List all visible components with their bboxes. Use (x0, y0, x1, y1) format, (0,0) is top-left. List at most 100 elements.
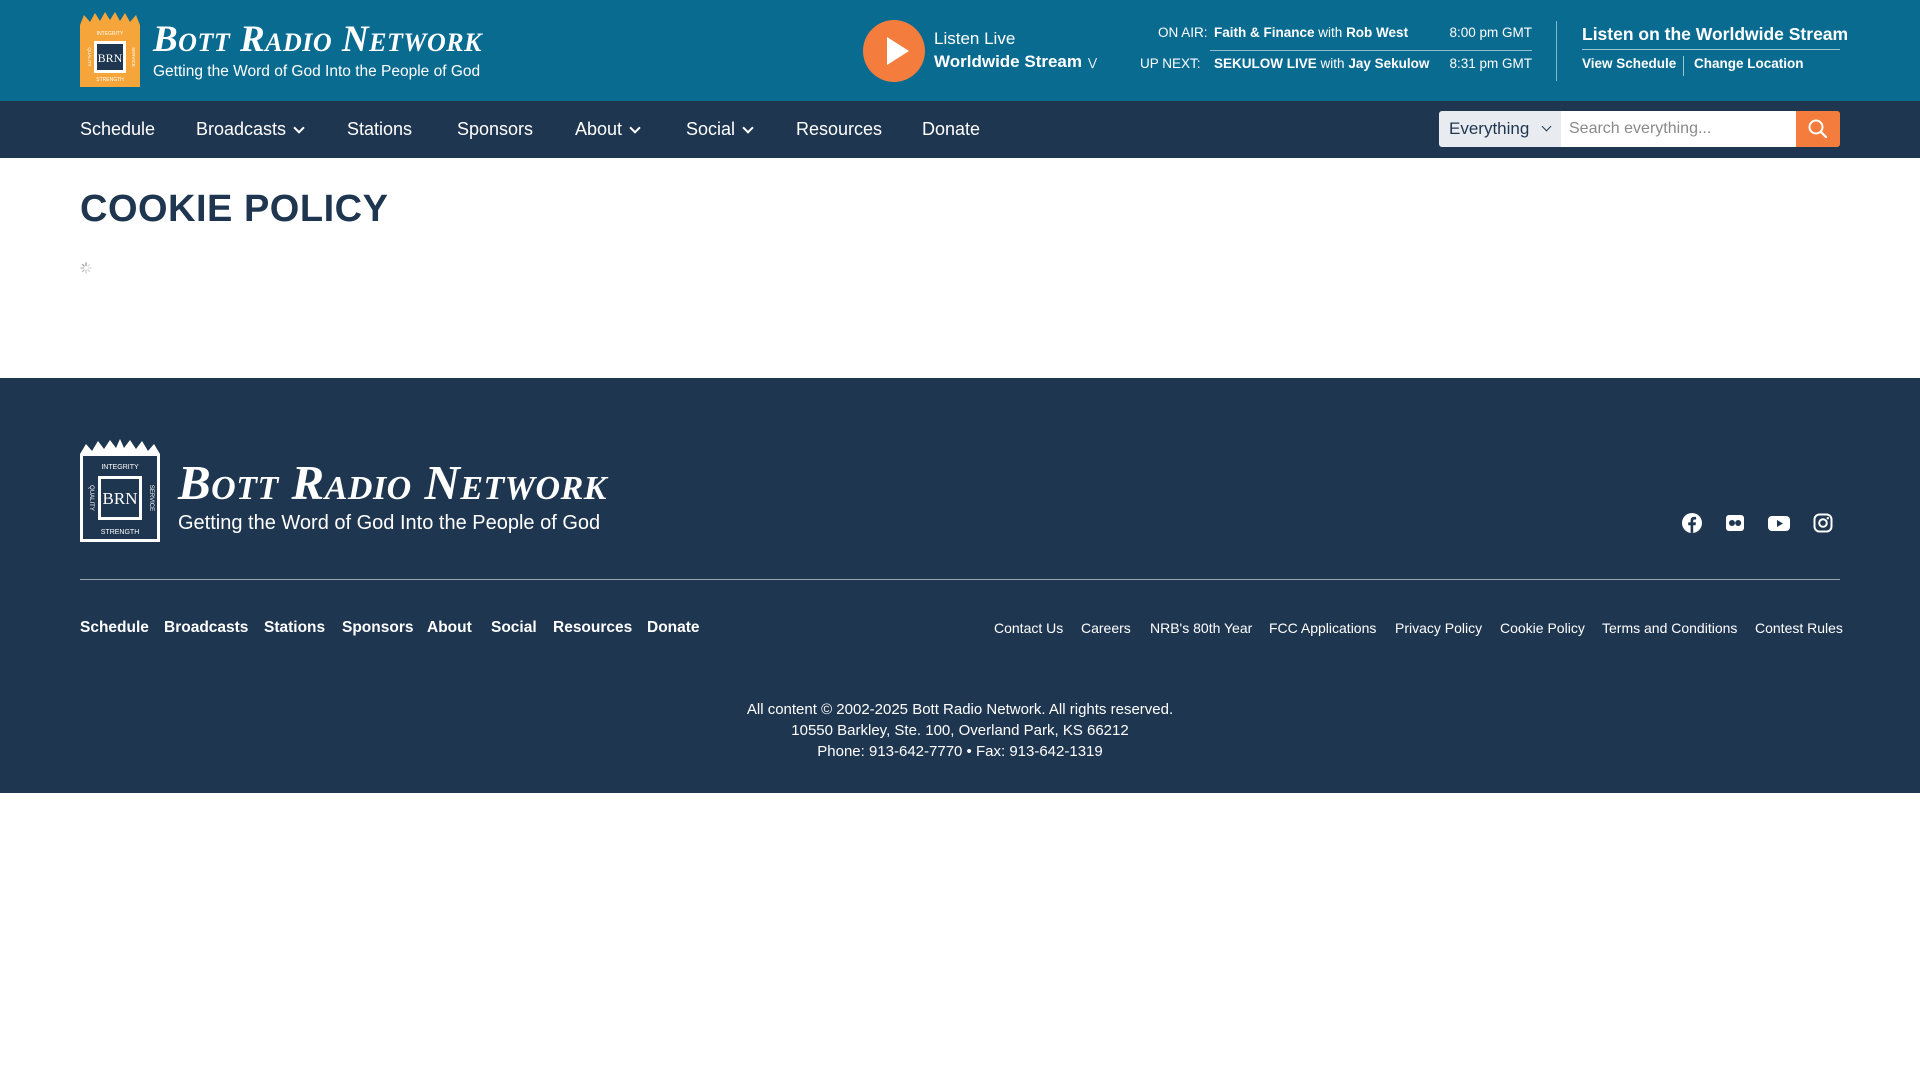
change-location-link[interactable]: Change Location (1694, 56, 1804, 71)
footer-link-nrb-80th-year[interactable]: NRB's 80th Year (1150, 620, 1252, 636)
link-separator (1683, 56, 1684, 76)
on-air-with: with (1318, 25, 1343, 40)
search-input[interactable] (1561, 111, 1796, 147)
nav-item-resources[interactable]: Resources (796, 119, 882, 140)
nav-item-donate[interactable]: Donate (922, 119, 980, 140)
up-next-time: 8:31 pm GMT (1449, 56, 1532, 71)
brand-name: Bott Radio Network (153, 19, 482, 60)
chevron-down-icon (629, 122, 641, 134)
flickr-icon[interactable] (1724, 512, 1746, 534)
badge-word-top: INTEGRITY (101, 464, 139, 471)
footer-link-terms-and-conditions[interactable]: Terms and Conditions (1602, 620, 1737, 636)
footer-nav-stations[interactable]: Stations (264, 619, 325, 637)
nav-label: Donate (922, 119, 981, 139)
badge-word-right: SERVICE (131, 47, 136, 67)
footer-link-fcc-applications[interactable]: FCC Applications (1269, 620, 1376, 636)
footer-nav-resources[interactable]: Resources (553, 619, 632, 637)
worldwide-links: View Schedule Change Location (1582, 56, 1840, 76)
brand-tagline: Getting the Word of God Into the People … (153, 63, 481, 80)
footer-logo-link[interactable]: BRN INTEGRITY STRENGTH QUALITY SERVICE B… (80, 438, 640, 542)
brn-logo-icon: BRN INTEGRITY STRENGTH QUALITY SERVICE (80, 12, 140, 87)
search-scope-select[interactable]: Everything (1439, 111, 1561, 147)
up-next-host: Jay Sekulow (1348, 56, 1430, 71)
badge-word-left: QUALITY (88, 485, 94, 511)
footer-brand-tagline: Getting the Word of God Into the People … (178, 512, 601, 534)
footer-link-contact-us[interactable]: Contact Us (994, 620, 1063, 636)
footer-divider (80, 579, 1840, 580)
search-scope-value: Everything (1449, 119, 1530, 138)
footer-nav-about[interactable]: About (427, 619, 472, 637)
badge-word-bottom: STRENGTH (96, 77, 124, 83)
footer-link-contest-rules[interactable]: Contest Rules (1755, 620, 1843, 636)
on-air-program[interactable]: Faith & Finance with Rob West (1214, 25, 1408, 40)
nav-label: Sponsors (457, 119, 534, 139)
nav-label: Schedule (80, 119, 156, 139)
nav-label: Resources (796, 119, 883, 139)
on-air-label: ON AIR: (1158, 25, 1208, 40)
worldwide-stream-panel: Listen on the Worldwide Stream View Sche… (1582, 24, 1848, 76)
nav-item-broadcasts[interactable]: Broadcasts (196, 119, 305, 140)
page-title: COOKIE POLICY (80, 188, 389, 230)
search-bar: Everything (1439, 111, 1840, 147)
brn-logo-icon: BRN INTEGRITY STRENGTH QUALITY SERVICE (80, 439, 160, 542)
nav-label: Broadcasts (196, 119, 287, 139)
footer-nav-social[interactable]: Social (491, 619, 537, 637)
chevron-down-icon (293, 122, 305, 134)
header-divider (1556, 21, 1557, 81)
address-text: 10550 Barkley, Ste. 100, Overland Park, … (791, 722, 1129, 739)
up-next-row: UP NEXT: SEKULOW LIVE with Jay Sekulow 8… (1140, 56, 1532, 78)
play-button[interactable] (863, 20, 925, 82)
footer-nav-schedule[interactable]: Schedule (80, 619, 149, 637)
site-header: BRN INTEGRITY STRENGTH QUALITY SERVICE B… (0, 0, 1920, 101)
on-air-row: ON AIR: Faith & Finance with Rob West 8:… (1140, 25, 1532, 47)
badge-word-top: INTEGRITY (97, 31, 124, 37)
badge-word-bottom: STRENGTH (101, 529, 140, 536)
nav-label: About (575, 119, 623, 139)
nav-label: Social (686, 119, 736, 139)
nav-item-stations[interactable]: Stations (347, 119, 412, 140)
search-button[interactable] (1796, 111, 1840, 147)
up-next-with: with (1320, 56, 1345, 71)
nav-label: Stations (347, 119, 413, 139)
stream-selector[interactable]: Worldwide Stream (934, 52, 1082, 72)
on-air-show: Faith & Finance (1214, 25, 1315, 40)
facebook-icon[interactable] (1681, 512, 1703, 534)
nav-item-social[interactable]: Social (686, 119, 754, 140)
instagram-icon[interactable] (1812, 512, 1834, 534)
chevron-down-icon (1541, 121, 1552, 132)
footer-link-cookie-policy[interactable]: Cookie Policy (1500, 620, 1585, 636)
listen-live-button[interactable]: Listen Live Worldwide Stream ⋁ (863, 20, 1103, 82)
up-next-show: SEKULOW LIVE (1214, 56, 1317, 71)
nav-item-sponsors[interactable]: Sponsors (457, 119, 533, 140)
nav-item-schedule[interactable]: Schedule (80, 119, 155, 140)
worldwide-stream-link[interactable]: Listen on the Worldwide Stream (1582, 24, 1848, 50)
site-footer: BRN INTEGRITY STRENGTH QUALITY SERVICE B… (0, 378, 1920, 793)
now-playing-panel: ON AIR: Faith & Finance with Rob West 8:… (1140, 22, 1532, 82)
on-air-time: 8:00 pm GMT (1449, 25, 1532, 40)
badge-word-right: SERVICE (148, 485, 154, 511)
footer-link-privacy-policy[interactable]: Privacy Policy (1395, 620, 1482, 636)
footer-nav-sponsors[interactable]: Sponsors (342, 619, 413, 637)
chevron-down-icon (742, 122, 754, 134)
nav-item-about[interactable]: About (575, 119, 641, 140)
badge-text: BRN (98, 51, 123, 65)
footer-link-careers[interactable]: Careers (1081, 620, 1131, 636)
youtube-icon[interactable] (1767, 512, 1790, 534)
footer-nav-donate[interactable]: Donate (647, 619, 700, 637)
site-logo-link[interactable]: BRN INTEGRITY STRENGTH QUALITY SERVICE B… (80, 11, 500, 87)
listen-live-label: Listen Live (934, 29, 1016, 48)
footer-nav-broadcasts[interactable]: Broadcasts (164, 619, 248, 637)
phone-text: Phone: 913-642-7770 • Fax: 913-642-1319 (817, 743, 1103, 760)
on-air-host: Rob West (1346, 25, 1409, 40)
copyright-text: All content © 2002-2025 Bott Radio Netwo… (746, 701, 1174, 718)
play-icon (887, 37, 909, 65)
divider (1210, 50, 1532, 51)
chevron-down-icon: ⋁ (1088, 57, 1098, 69)
up-next-label: UP NEXT: (1140, 56, 1201, 71)
badge-word-left: QUALITY (87, 47, 92, 66)
search-icon (1808, 119, 1828, 139)
loading-spinner-icon (80, 262, 92, 274)
view-schedule-link[interactable]: View Schedule (1582, 56, 1676, 71)
up-next-program[interactable]: SEKULOW LIVE with Jay Sekulow (1214, 56, 1429, 71)
badge-text: BRN (103, 489, 138, 508)
